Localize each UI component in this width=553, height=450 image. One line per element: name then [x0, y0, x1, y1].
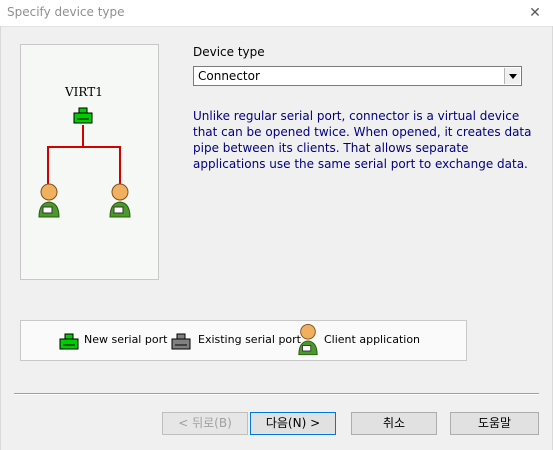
cancel-button[interactable]: 취소 [351, 412, 437, 435]
serial-port-existing-icon [171, 333, 191, 350]
device-preview-panel: VIRT1 [20, 44, 159, 280]
device-type-description: Unlike regular serial port, connector is… [193, 109, 532, 171]
back-button[interactable]: < 뒤로(B) [162, 412, 248, 435]
title-bar: Specify device type ✕ [0, 0, 553, 27]
device-type-select[interactable]: Connector [193, 66, 522, 86]
divider [14, 393, 539, 395]
close-icon[interactable]: ✕ [524, 3, 546, 23]
connection-lines [47, 125, 121, 185]
client-application-icon [298, 323, 318, 356]
device-type-value: Connector [198, 69, 260, 83]
legend: New serial port Existing serial port Cli… [20, 320, 467, 361]
client-application-icon [109, 183, 131, 218]
device-type-label: Device type [193, 45, 265, 59]
help-button[interactable]: 도움말 [450, 412, 539, 435]
legend-existing-port-label: Existing serial port [198, 333, 301, 346]
legend-new-port-label: New serial port [84, 333, 168, 346]
serial-port-new-icon [73, 107, 93, 124]
window-title: Specify device type [7, 5, 125, 19]
chevron-down-icon[interactable] [504, 68, 520, 84]
window-border-left [0, 26, 1, 450]
serial-port-new-icon [59, 333, 79, 350]
client-application-icon [38, 183, 60, 218]
legend-client-label: Client application [324, 333, 421, 346]
next-button[interactable]: 다음(N) > [250, 412, 336, 435]
